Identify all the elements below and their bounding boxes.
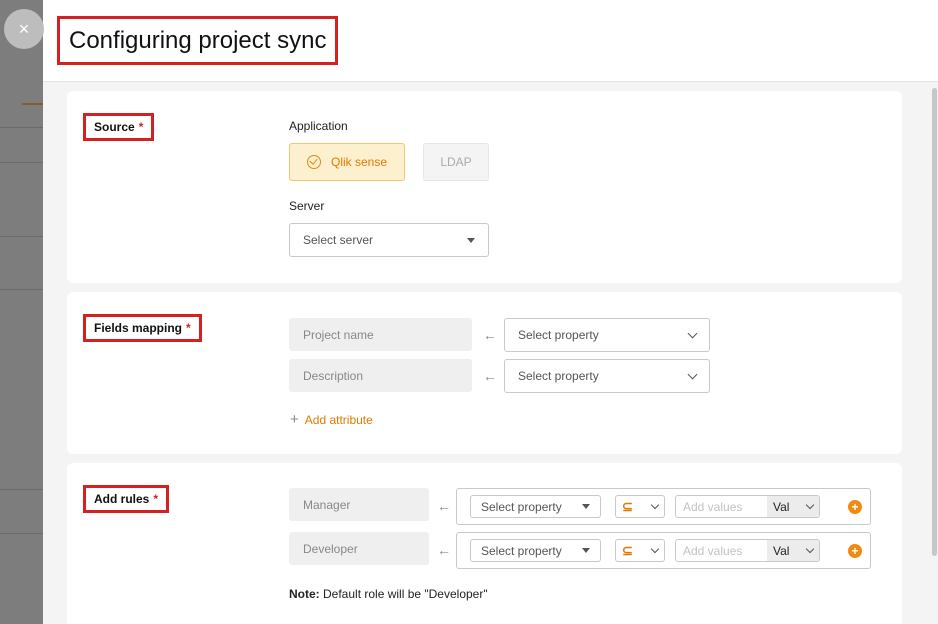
fields-mapping-card: Fields mapping * Project name ← Select pr… (67, 292, 902, 454)
property-select-placeholder: Select property (518, 328, 599, 342)
source-title-text: Source (94, 120, 135, 134)
rules-card: Add rules * Manager ← Select property ⊆ A… (67, 463, 902, 624)
values-placeholder: Add values (683, 543, 743, 558)
chevron-down-icon (805, 544, 815, 553)
caret-down-icon (582, 504, 590, 509)
background-divider (0, 127, 43, 128)
rule-row: Select property ⊆ Add values Val + (456, 532, 871, 569)
required-mark: * (138, 120, 144, 134)
note-text: Default role will be "Developer" (319, 587, 488, 601)
scrollbar[interactable] (932, 88, 937, 556)
plus-icon: + (290, 411, 299, 428)
required-mark: * (186, 321, 191, 335)
rules-section-title: Add rules * (83, 485, 170, 513)
operator-select[interactable]: ⊆ (615, 539, 665, 562)
application-option-label: Qlik sense (330, 155, 388, 169)
background-tab-indicator (22, 103, 43, 105)
property-select[interactable]: Select property (504, 318, 710, 352)
drawer-title: Configuring project sync (57, 16, 339, 65)
close-button[interactable]: × (4, 9, 44, 49)
default-role-note: Note: Default role will be "Developer" (289, 587, 488, 601)
rule-property-select[interactable]: Select property (470, 495, 601, 518)
drawer-header: Configuring project sync (43, 0, 938, 82)
rule-property-select[interactable]: Select property (470, 539, 601, 562)
server-select[interactable]: Select server (289, 223, 489, 257)
chevron-down-icon (650, 500, 660, 509)
server-label: Server (289, 199, 325, 213)
arrow-left-icon: ← (437, 542, 451, 558)
background-divider (0, 533, 43, 534)
operator-icon: ⊆ (622, 542, 633, 558)
value-type-select[interactable]: Val (767, 540, 819, 561)
arrow-left-icon: ← (437, 498, 451, 514)
arrow-left-icon: ← (483, 368, 497, 384)
background-divider (0, 289, 43, 290)
caret-down-icon (467, 237, 475, 243)
required-mark: * (153, 492, 159, 506)
add-attribute-label: Add attribute (304, 412, 373, 427)
rule-property-placeholder: Select property (481, 543, 562, 558)
rule-role-manager: Manager (289, 488, 429, 521)
operator-icon: ⊆ (622, 498, 633, 514)
values-input[interactable]: Add values Val (675, 495, 820, 518)
server-select-placeholder: Select server (303, 233, 374, 247)
field-project-name: Project name (289, 318, 472, 351)
operator-select[interactable]: ⊆ (615, 495, 665, 518)
application-option-label: LDAP (440, 155, 472, 169)
property-select[interactable]: Select property (504, 359, 710, 393)
background-divider (0, 236, 43, 237)
rule-row: Select property ⊆ Add values Val + (456, 488, 871, 525)
add-rule-condition-icon[interactable]: + (848, 500, 862, 514)
chevron-down-icon (805, 500, 815, 509)
fields-mapping-title-text: Fields mapping (94, 321, 183, 335)
chevron-down-icon (650, 544, 660, 553)
chevron-down-icon (687, 369, 698, 379)
note-label: Note: (289, 587, 320, 601)
application-option-qlik-sense[interactable]: Qlik sense (289, 143, 405, 181)
application-label: Application (289, 119, 348, 133)
check-circle-icon (306, 155, 321, 169)
caret-down-icon (582, 548, 590, 553)
add-attribute-button[interactable]: + Add attribute (290, 411, 373, 428)
field-description: Description (289, 359, 472, 392)
property-select-placeholder: Select property (518, 369, 599, 383)
fields-mapping-section-title: Fields mapping * (83, 314, 202, 342)
source-card: Source * Application Qlik sense LDAP Serv… (67, 91, 902, 283)
background-divider (0, 489, 43, 490)
background-divider (0, 162, 43, 163)
value-type-select[interactable]: Val (767, 496, 819, 517)
chevron-down-icon (687, 328, 698, 338)
value-type-label: Val (773, 543, 790, 558)
rule-property-placeholder: Select property (481, 499, 562, 514)
values-input[interactable]: Add values Val (675, 539, 820, 562)
rule-role-developer: Developer (289, 532, 429, 565)
value-type-label: Val (773, 499, 790, 514)
rules-title-text: Add rules (94, 492, 150, 506)
add-rule-condition-icon[interactable]: + (848, 544, 862, 558)
source-section-title: Source * (83, 113, 155, 141)
arrow-left-icon: ← (483, 327, 497, 343)
application-option-ldap[interactable]: LDAP (423, 143, 489, 181)
close-icon: × (18, 18, 30, 39)
values-placeholder: Add values (683, 499, 743, 514)
sync-config-drawer: Configuring project sync Source * Applica… (43, 0, 938, 624)
